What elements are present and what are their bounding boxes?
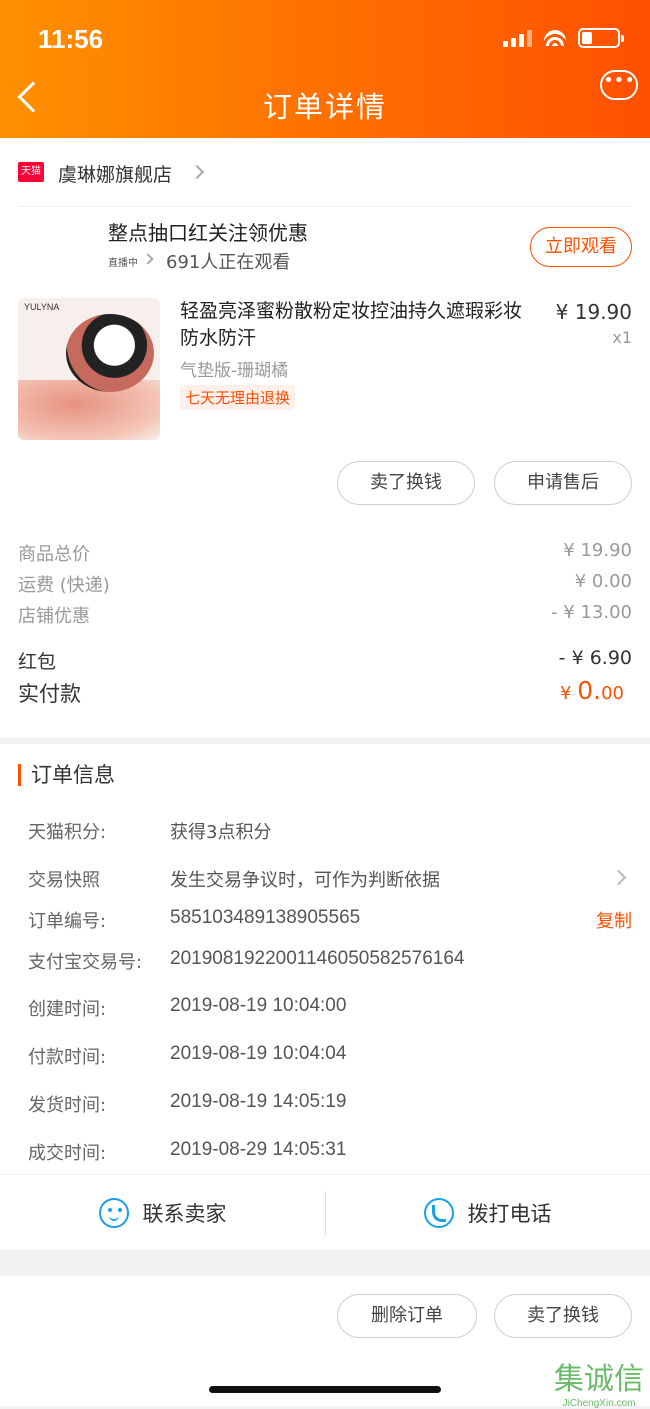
live-banner[interactable]: 整点抽口红关注领优惠 直播中 691人正在观看 立即观看 bbox=[18, 206, 632, 278]
paid-dec: 00 bbox=[601, 683, 624, 704]
summary-label: 店铺优惠 bbox=[18, 606, 90, 627]
info-value: 2019081922001146050582576164 bbox=[170, 948, 465, 969]
info-label: 交易快照 bbox=[28, 870, 100, 891]
status-time: 11:56 bbox=[38, 24, 104, 54]
order-store-card: 天猫 虞琳娜旗舰店 整点抽口红关注领优惠 直播中 691人正在观看 立即观看 Y… bbox=[0, 138, 650, 738]
powder-shape bbox=[18, 380, 160, 440]
product-name[interactable]: 轻盈亮泽蜜粉散粉定妆控油持久遮瑕彩妆防水防汗 bbox=[180, 298, 540, 352]
info-label: 成交时间: bbox=[28, 1143, 107, 1164]
info-value: 2019-08-19 10:04:00 bbox=[170, 995, 347, 1016]
battery-icon bbox=[578, 28, 624, 48]
chevron-right-icon[interactable] bbox=[189, 164, 205, 180]
live-status-tag: 直播中 bbox=[108, 258, 138, 269]
delete-order-button[interactable]: 删除订单 bbox=[337, 1294, 477, 1338]
info-label: 发货时间: bbox=[28, 1095, 107, 1116]
page-title: 订单详情 bbox=[262, 90, 387, 124]
info-value: 2019-08-19 14:05:19 bbox=[170, 1091, 347, 1112]
phone-icon bbox=[423, 1198, 454, 1228]
jar-shape bbox=[66, 314, 154, 392]
summary-row: 商品总价 ¥ 19.90 bbox=[18, 540, 632, 566]
watermark-text: 集诚信 bbox=[554, 1362, 644, 1397]
return-policy-badge: 七天无理由退换 bbox=[180, 385, 296, 410]
summary-value: - ¥ 13.00 bbox=[551, 602, 632, 623]
more-menu-icon[interactable]: ••• bbox=[600, 70, 638, 100]
watermark-url: JiChengXin.com bbox=[562, 1398, 636, 1409]
order-info-card: 订单信息 天猫积分: 获得3点积分 交易快照 发生交易争议时，可作为判断依据 订… bbox=[0, 744, 650, 1250]
redpacket-label: 红包 bbox=[18, 651, 57, 673]
product-price: ¥ 19.90 bbox=[555, 300, 632, 324]
call-phone-label: 拨打电话 bbox=[467, 1202, 552, 1226]
product-brand-mark: YULYNA bbox=[24, 302, 60, 312]
sell-for-cash-button[interactable]: 卖了换钱 bbox=[337, 461, 475, 505]
contact-seller-button[interactable]: 联系卖家 bbox=[0, 1175, 325, 1251]
info-label: 付款时间: bbox=[28, 1047, 107, 1068]
product-quantity: x1 bbox=[612, 328, 632, 347]
order-info-title: 订单信息 bbox=[18, 764, 115, 786]
summary-row: 店铺优惠 - ¥ 13.00 bbox=[18, 602, 632, 628]
info-value: 发生交易争议时，可作为判断依据 bbox=[170, 870, 440, 891]
header-bar: 11:56 订单详情 ••• bbox=[0, 0, 650, 138]
summary-label: 运费 (快递) bbox=[18, 575, 110, 596]
signal-icon bbox=[503, 29, 532, 47]
watch-now-button[interactable]: 立即观看 bbox=[530, 227, 632, 267]
chat-face-icon bbox=[98, 1198, 129, 1228]
info-label: 天猫积分: bbox=[28, 822, 107, 843]
paid-label: 实付款 bbox=[18, 682, 81, 706]
summary-value: ¥ 19.90 bbox=[563, 540, 632, 561]
info-label: 支付宝交易号: bbox=[28, 952, 143, 973]
paid-amount: ¥ 0.00 bbox=[560, 676, 624, 705]
info-value: 2019-08-19 10:04:04 bbox=[170, 1043, 347, 1064]
info-value: 获得3点积分 bbox=[170, 822, 272, 843]
apply-aftersale-button[interactable]: 申请售后 bbox=[494, 461, 632, 505]
redpacket-row: 红包 - ¥ 6.90 bbox=[18, 647, 632, 674]
info-label: 订单编号: bbox=[28, 911, 107, 932]
live-thumbnail bbox=[18, 211, 88, 279]
status-icons bbox=[503, 28, 624, 48]
sell-for-cash-button-bottom[interactable]: 卖了换钱 bbox=[494, 1294, 632, 1338]
summary-row: 运费 (快递) ¥ 0.00 bbox=[18, 571, 632, 597]
copy-button[interactable]: 复制 bbox=[596, 907, 632, 933]
info-label: 创建时间: bbox=[28, 999, 107, 1020]
redpacket-value: - ¥ 6.90 bbox=[558, 647, 632, 669]
info-value: 585103489138905565 bbox=[170, 907, 361, 928]
call-phone-button[interactable]: 拨打电话 bbox=[325, 1175, 650, 1251]
paid-int: 0. bbox=[577, 676, 602, 705]
watermark-logo: 集诚信 JiChengXin.com bbox=[554, 1354, 644, 1409]
bottom-action-bar: 删除订单 卖了换钱 集诚信 JiChengXin.com bbox=[0, 1276, 650, 1409]
summary-label: 商品总价 bbox=[18, 544, 90, 565]
home-indicator[interactable] bbox=[209, 1386, 441, 1393]
wifi-icon bbox=[544, 30, 566, 46]
product-sku: 气垫版-珊瑚橘 bbox=[180, 361, 289, 381]
tmall-badge: 天猫 bbox=[18, 162, 44, 182]
product-image[interactable]: YULYNA bbox=[18, 298, 160, 440]
info-value: 2019-08-29 14:05:31 bbox=[170, 1139, 347, 1160]
summary-value: ¥ 0.00 bbox=[574, 571, 632, 592]
contact-seller-label: 联系卖家 bbox=[142, 1202, 227, 1226]
paid-currency: ¥ bbox=[560, 683, 572, 704]
chevron-right-icon[interactable] bbox=[610, 869, 627, 886]
contact-bar: 联系卖家 拨打电话 bbox=[0, 1174, 650, 1250]
live-viewers: 691人正在观看 bbox=[166, 252, 291, 273]
chevron-right-icon bbox=[142, 253, 154, 265]
live-title: 整点抽口红关注领优惠 bbox=[108, 221, 308, 245]
store-name[interactable]: 虞琳娜旗舰店 bbox=[58, 160, 172, 187]
